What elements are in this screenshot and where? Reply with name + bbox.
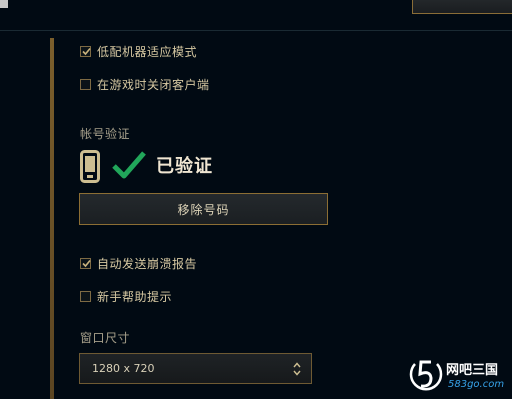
select-arrows-icon bbox=[293, 362, 301, 376]
top-bar bbox=[0, 0, 512, 31]
newbie-tips-option[interactable]: 新手帮助提示 bbox=[80, 288, 172, 304]
watermark-logo-icon bbox=[409, 360, 443, 391]
checkmark-icon bbox=[82, 259, 91, 267]
watermark-name: 网吧三国 bbox=[446, 363, 499, 378]
watermark-url: 583go.com bbox=[448, 379, 505, 390]
account-verify-heading: 帐号验证 bbox=[80, 127, 131, 141]
window-size-heading: 窗口尺寸 bbox=[80, 331, 131, 345]
low-spec-mode-checkbox[interactable] bbox=[80, 45, 91, 57]
low-spec-mode-option[interactable]: 低配机器适应模式 bbox=[80, 43, 197, 59]
top-right-button[interactable] bbox=[412, 0, 512, 14]
close-client-option[interactable]: 在游戏时关闭客户端 bbox=[80, 76, 210, 92]
checkmark-icon bbox=[82, 47, 91, 55]
newbie-tips-label: 新手帮助提示 bbox=[97, 289, 173, 304]
low-spec-mode-label: 低配机器适应模式 bbox=[97, 44, 198, 59]
auto-send-crash-option[interactable]: 自动发送崩溃报告 bbox=[80, 255, 197, 271]
close-client-label: 在游戏时关闭客户端 bbox=[97, 77, 210, 92]
auto-send-crash-label: 自动发送崩溃报告 bbox=[97, 256, 198, 271]
newbie-tips-checkbox[interactable] bbox=[80, 290, 91, 302]
phone-icon bbox=[80, 150, 100, 183]
watermark: 网吧三国 583go.com bbox=[404, 353, 512, 399]
auto-send-crash-checkbox[interactable] bbox=[80, 257, 91, 269]
verified-check-icon bbox=[112, 151, 146, 179]
close-client-checkbox[interactable] bbox=[80, 78, 91, 90]
window-corner bbox=[0, 0, 8, 8]
gold-side-rail bbox=[50, 38, 54, 399]
window-size-select[interactable]: 1280 x 720 bbox=[79, 353, 312, 384]
window-size-value: 1280 x 720 bbox=[92, 362, 155, 375]
remove-number-button[interactable]: 移除号码 bbox=[79, 193, 328, 225]
verified-status-text: 已验证 bbox=[156, 156, 213, 177]
